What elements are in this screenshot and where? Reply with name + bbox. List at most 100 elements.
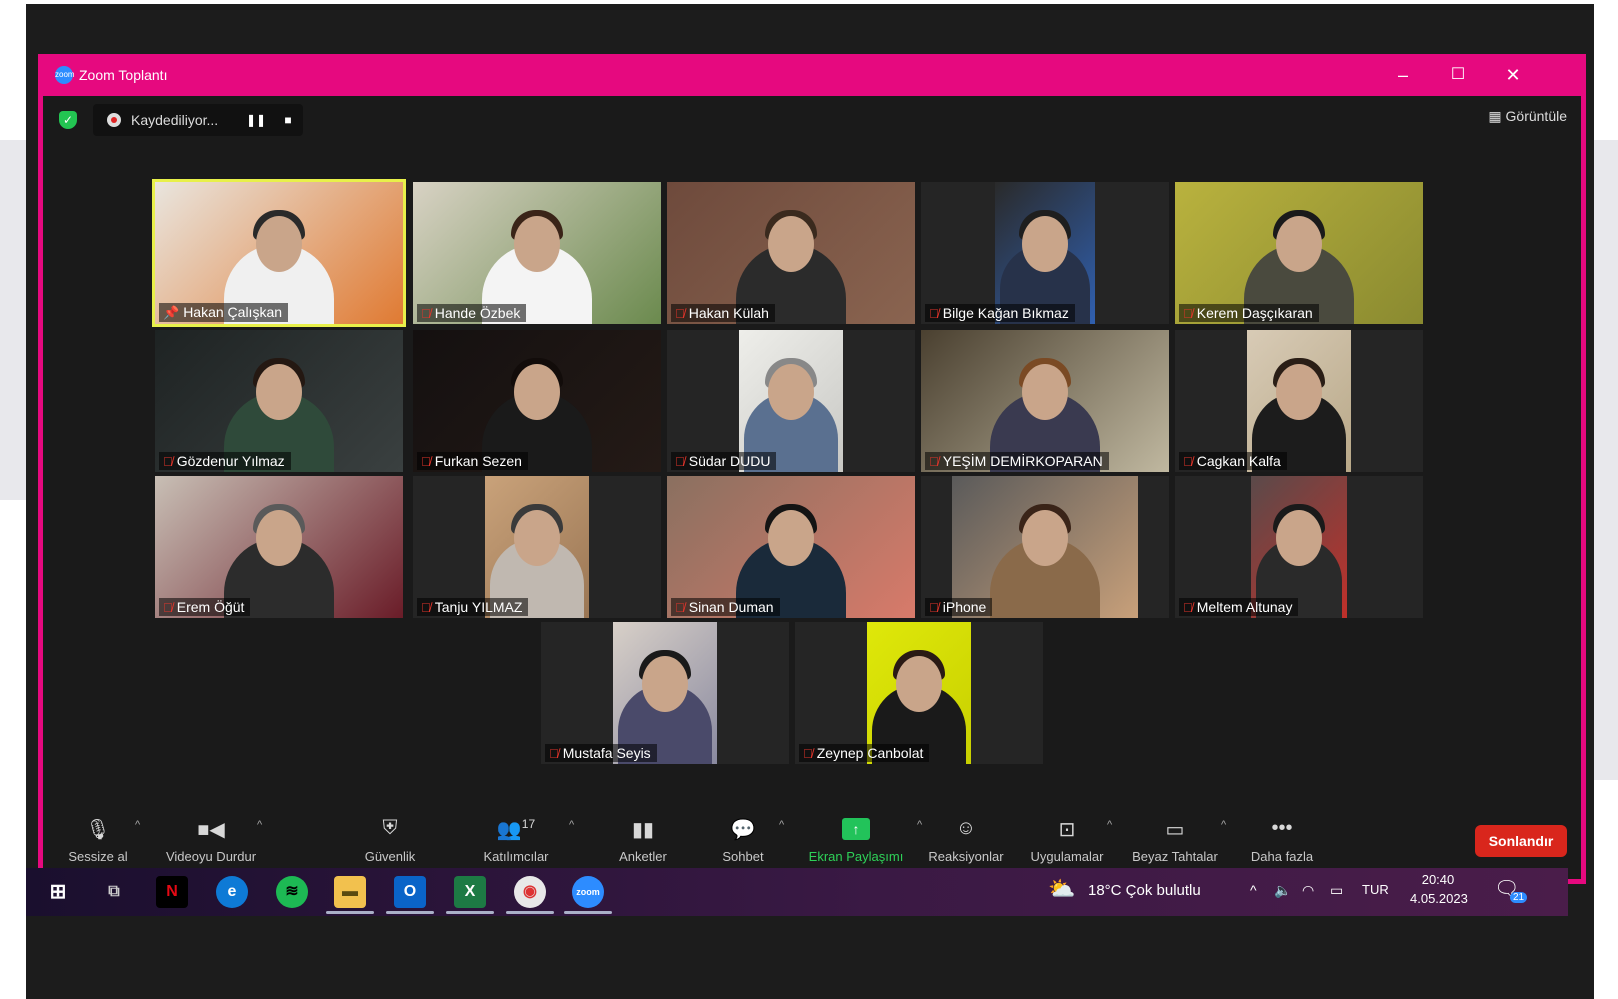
polls-button[interactable]: ▮▮ Anketler: [608, 817, 678, 864]
file-explorer-icon[interactable]: ▬: [326, 876, 374, 914]
participant-tile[interactable]: 🎙̸ Furkan Sezen: [413, 330, 661, 472]
participants-count: 17: [521, 817, 536, 831]
participant-name: Gözdenur Yılmaz: [176, 453, 285, 469]
participant-tile[interactable]: 🎙̸ Tanju YILMAZ: [413, 476, 661, 618]
emoji-plus-icon: ☺: [955, 817, 977, 839]
chat-button[interactable]: 💬 Sohbet ^: [713, 817, 784, 864]
stop-recording-button[interactable]: ■: [277, 110, 299, 130]
task-view-icon[interactable]: ⧉: [98, 876, 130, 908]
pause-recording-button[interactable]: ❚❚: [245, 110, 267, 130]
netflix-icon[interactable]: N: [156, 876, 188, 908]
participant-name: Hakan Külah: [688, 305, 769, 321]
spotify-icon[interactable]: ≋: [276, 876, 308, 908]
wifi-icon[interactable]: ◠: [1302, 882, 1314, 899]
participant-video: [952, 476, 1138, 618]
participant-tile[interactable]: 📌 Hakan Çalışkan: [152, 179, 406, 327]
title-bar[interactable]: zoom Zoom Toplantı – ☐ ✕: [43, 54, 1581, 96]
battery-icon[interactable]: ▭: [1330, 882, 1343, 899]
windows-start-icon[interactable]: ⊞: [42, 876, 74, 908]
edge-icon[interactable]: e: [216, 876, 248, 908]
participant-tile[interactable]: 🎙̸ Kerem Daşçıkaran: [1175, 182, 1423, 324]
participant-name-tag: 🎙̸ Tanju YILMAZ: [417, 598, 529, 616]
apps-options-caret[interactable]: ^: [1107, 819, 1112, 831]
view-button[interactable]: ▦ Görüntüle: [1488, 108, 1567, 125]
apps-label: Uygulamalar: [1030, 849, 1104, 864]
clock[interactable]: 20:40 4.05.2023: [1410, 872, 1468, 906]
more-button[interactable]: ••• Daha fazla: [1247, 817, 1317, 864]
participant-video: [155, 476, 403, 618]
participant-face: [1276, 216, 1322, 272]
whiteboards-options-caret[interactable]: ^: [1221, 819, 1226, 831]
participant-tile[interactable]: 🎙̸ iPhone: [921, 476, 1169, 618]
participant-face: [896, 656, 942, 712]
participant-tile[interactable]: 🎙̸ Bilge Kağan Bıkmaz: [921, 182, 1169, 324]
participant-name-tag: 🎙̸ Erem Öğüt: [159, 598, 251, 616]
participant-tile[interactable]: 🎙̸ YEŞİM DEMİRKOPARAN: [921, 330, 1169, 472]
muted-microphone-icon: 🎙̸: [675, 306, 685, 321]
participant-name-tag: 🎙̸ Mustafa Seyis: [545, 744, 657, 762]
video-camera-icon: ■◀: [197, 819, 225, 841]
participant-name: Cagkan Kalfa: [1196, 453, 1281, 469]
participant-tile[interactable]: 🎙̸ Hande Özbek: [413, 182, 661, 324]
participant-video: [667, 182, 915, 324]
outlook-icon[interactable]: O: [386, 876, 434, 914]
chrome-icon[interactable]: ◉: [506, 876, 554, 914]
recording-indicator: Kaydediliyor... ❚❚ ■: [93, 104, 303, 136]
microphone-icon: 🎙: [85, 819, 111, 841]
reactions-label: Reaksiyonlar: [928, 849, 1004, 864]
participant-name: Mustafa Seyis: [562, 745, 651, 761]
muted-microphone-icon: 🎙̸: [803, 746, 813, 761]
security-shield-icon[interactable]: ✓: [59, 111, 77, 129]
participants-button[interactable]: 👥17 Katılımcılar ^: [471, 817, 574, 864]
participant-tile[interactable]: 🎙̸ Hakan Külah: [667, 182, 915, 324]
language-indicator[interactable]: TUR: [1362, 882, 1389, 897]
participant-name: Zeynep Canbolat: [816, 745, 924, 761]
video-options-caret[interactable]: ^: [257, 819, 262, 831]
participant-name: Bilge Kağan Bıkmaz: [942, 305, 1069, 321]
participant-tile[interactable]: 🎙̸ Gözdenur Yılmaz: [155, 330, 403, 472]
participant-tile[interactable]: 🎙̸ Südar DUDU: [667, 330, 915, 472]
participants-label: Katılımcılar: [483, 849, 549, 864]
share-options-caret[interactable]: ^: [917, 819, 922, 831]
participant-name: Hakan Çalışkan: [183, 304, 283, 320]
share-screen-button[interactable]: ↑ Ekran Paylaşımı ^: [801, 817, 922, 864]
zoom-taskbar-icon[interactable]: zoom: [564, 876, 612, 914]
maximize-button[interactable]: ☐: [1438, 62, 1478, 88]
participant-tile[interactable]: 🎙̸ Zeynep Canbolat: [795, 622, 1043, 764]
participant-face: [642, 656, 688, 712]
security-button[interactable]: ⛨ Güvenlik: [355, 817, 425, 864]
participant-name-tag: 🎙̸ Meltem Altunay: [1179, 598, 1299, 616]
participant-tile[interactable]: 🎙̸ Mustafa Seyis: [541, 622, 789, 764]
reactions-button[interactable]: ☺ Reaksiyonlar: [923, 817, 1009, 864]
meeting-top-bar: ✓ Kaydediliyor... ❚❚ ■ ▦ Görüntüle: [43, 96, 1581, 144]
participant-name: Südar DUDU: [688, 453, 771, 469]
tray-overflow-icon[interactable]: ^: [1250, 882, 1257, 898]
muted-microphone-icon: 🎙̸: [929, 454, 939, 469]
volume-icon[interactable]: 🔈: [1274, 882, 1291, 899]
end-meeting-button[interactable]: Sonlandır: [1475, 825, 1567, 857]
mute-button[interactable]: 🎙 Sessize al ^: [63, 817, 140, 864]
participant-name: iPhone: [942, 599, 987, 615]
apps-button[interactable]: ⊡ Uygulamalar ^: [1025, 817, 1113, 864]
excel-icon[interactable]: X: [446, 876, 494, 914]
minimize-button[interactable]: –: [1383, 62, 1423, 88]
participant-tile[interactable]: 🎙̸ Meltem Altunay: [1175, 476, 1423, 618]
participant-tile[interactable]: 🎙̸ Erem Öğüt: [155, 476, 403, 618]
chat-options-caret[interactable]: ^: [779, 819, 784, 831]
bar-chart-icon: ▮▮: [631, 819, 654, 841]
participant-face: [1276, 510, 1322, 566]
participant-tile[interactable]: 🎙̸ Sinan Duman: [667, 476, 915, 618]
participant-tile[interactable]: 🎙̸ Cagkan Kalfa: [1175, 330, 1423, 472]
participant-name-tag: 🎙̸ Hakan Külah: [671, 304, 775, 322]
mute-label: Sessize al: [68, 849, 128, 864]
desktop-edge-left: [0, 140, 26, 500]
weather-text[interactable]: 18°C Çok bulutlu: [1088, 882, 1201, 899]
close-button[interactable]: ✕: [1493, 62, 1533, 88]
participant-name-tag: 🎙̸ Gözdenur Yılmaz: [159, 452, 291, 470]
muted-microphone-icon: 🎙̸: [1183, 600, 1193, 615]
whiteboards-button[interactable]: ▭ Beyaz Tahtalar ^: [1129, 817, 1226, 864]
stop-video-button[interactable]: ■◀ Videoyu Durdur ^: [155, 817, 267, 864]
participants-options-caret[interactable]: ^: [569, 819, 574, 831]
audio-options-caret[interactable]: ^: [135, 819, 140, 831]
participant-face: [514, 364, 560, 420]
